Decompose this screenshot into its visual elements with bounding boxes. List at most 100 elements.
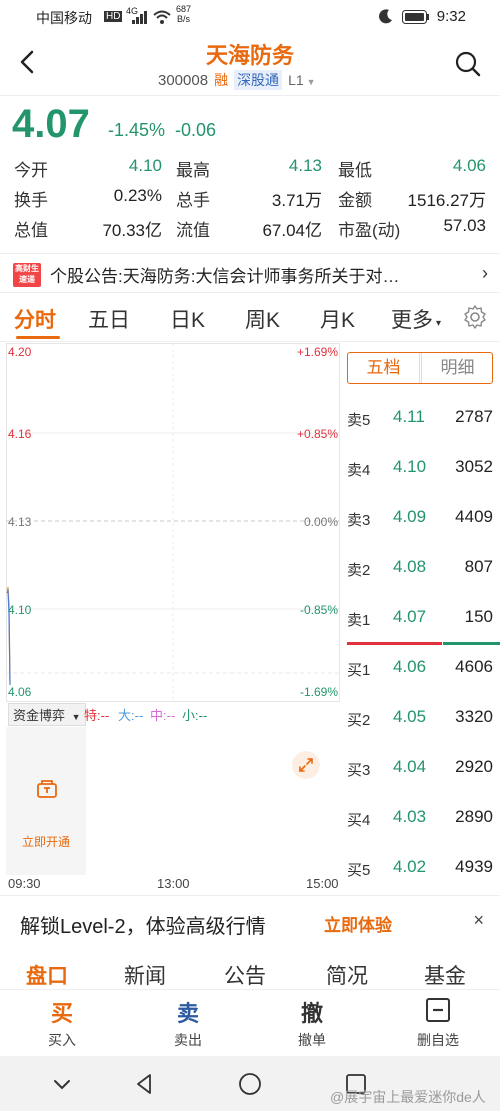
ask-bid-divider bbox=[443, 642, 500, 645]
section-tab[interactable]: 新闻 bbox=[124, 960, 166, 990]
order-volume: 4939 bbox=[455, 857, 493, 876]
stat-label: 金额 bbox=[338, 191, 372, 210]
close-icon[interactable]: × bbox=[473, 910, 484, 931]
status-bar: 中国移动 HD 4G 687 B/s 9:32 bbox=[0, 0, 500, 34]
stat-value: 70.33亿 bbox=[102, 221, 162, 240]
section-tab[interactable]: 盘口 bbox=[26, 960, 68, 990]
chevron-down-icon[interactable] bbox=[48, 1070, 76, 1098]
order-book-row[interactable]: 卖5 4.11 2787 bbox=[347, 405, 493, 435]
order-level-label: 买5 bbox=[347, 862, 371, 879]
flow-legend-item: 小:-- bbox=[182, 708, 208, 723]
order-level-label: 卖2 bbox=[347, 562, 371, 579]
active-tab-indicator bbox=[16, 336, 60, 339]
stat-value: 57.03 bbox=[443, 216, 486, 235]
trade-button[interactable]: 买买入 bbox=[22, 996, 102, 1050]
stock-subline: 300008 融 深股通 L1 ▼ bbox=[158, 70, 316, 90]
order-level-label: 卖1 bbox=[347, 612, 371, 629]
order-level-label: 买2 bbox=[347, 712, 371, 729]
stat-cell: 市盈(动) 57.03 bbox=[338, 216, 486, 246]
battery-icon bbox=[402, 10, 429, 24]
gear-icon[interactable] bbox=[462, 304, 488, 330]
chevron-right-icon: › bbox=[482, 263, 488, 283]
level-select[interactable]: L1 ▼ bbox=[288, 72, 316, 88]
stat-value: 1516.27万 bbox=[407, 191, 486, 210]
caret-down-icon: ▼ bbox=[71, 712, 81, 722]
stat-cell: 最低 4.06 bbox=[338, 156, 486, 186]
ask-bid-divider bbox=[347, 642, 442, 645]
lock-icon bbox=[37, 780, 57, 798]
intraday-chart-canvas bbox=[6, 343, 340, 703]
order-level-label: 买4 bbox=[347, 812, 371, 829]
order-level-label: 买3 bbox=[347, 762, 371, 779]
chart-tab[interactable]: 更多 bbox=[391, 304, 433, 334]
stat-cell: 总值 70.33亿 bbox=[14, 216, 162, 246]
price-axis-label: 4.16 bbox=[8, 427, 32, 441]
chart-tab[interactable]: 分时 bbox=[14, 304, 56, 334]
stat-label: 今开 bbox=[14, 161, 48, 180]
caret-down-icon: ▾ bbox=[436, 318, 442, 329]
order-price: 4.11 bbox=[393, 407, 425, 426]
last-price: 4.07 bbox=[12, 102, 90, 146]
flow-legend-item: 中:-- bbox=[150, 708, 176, 723]
trade-button-glyph: 买 bbox=[50, 1001, 73, 1026]
capital-flow-select[interactable]: 资金博弈 ▼ bbox=[8, 703, 86, 726]
stock-name: 天海防务 bbox=[205, 43, 294, 68]
order-volume: 4606 bbox=[455, 657, 493, 676]
trade-button-glyph: 撤 bbox=[300, 1001, 323, 1026]
change-amount: -0.06 bbox=[175, 120, 217, 140]
stat-label: 最低 bbox=[338, 161, 372, 180]
price-axis-label: 4.20 bbox=[8, 345, 32, 359]
stat-cell: 最高 4.13 bbox=[176, 156, 322, 186]
chart-tab[interactable]: 五日 bbox=[88, 304, 130, 334]
expand-icon[interactable] bbox=[292, 751, 320, 779]
section-tab[interactable]: 简况 bbox=[326, 960, 368, 990]
order-book-row[interactable]: 买5 4.02 4939 bbox=[347, 855, 493, 885]
stat-cell: 金额 1516.27万 bbox=[338, 186, 486, 216]
wifi-icon bbox=[153, 10, 171, 24]
order-book-tabs: 五档 明细 bbox=[347, 352, 493, 384]
tab-five-levels[interactable]: 五档 bbox=[348, 353, 420, 383]
signal-icon bbox=[132, 11, 147, 24]
order-book-row[interactable]: 买3 4.04 2920 bbox=[347, 755, 493, 785]
order-book-row[interactable]: 买1 4.06 4606 bbox=[347, 655, 493, 685]
level2-trial-link[interactable]: 立即体验 bbox=[324, 911, 392, 936]
stat-label: 总值 bbox=[14, 221, 48, 240]
unlock-card[interactable]: 立即开通 bbox=[6, 727, 86, 875]
trade-button-label: 删自选 bbox=[417, 1032, 459, 1048]
nav-back-icon[interactable] bbox=[130, 1070, 158, 1098]
order-book-row[interactable]: 买2 4.05 3320 bbox=[347, 705, 493, 735]
section-tab[interactable]: 基金 bbox=[424, 960, 466, 990]
moon-icon bbox=[379, 9, 392, 24]
chart-tab[interactable]: 日K bbox=[170, 304, 205, 334]
trade-button[interactable]: 撤撤单 bbox=[272, 996, 352, 1050]
price-axis-label: 4.10 bbox=[8, 603, 32, 617]
trade-button[interactable]: 卖卖出 bbox=[148, 996, 228, 1050]
pct-axis-label: +1.69% bbox=[296, 345, 338, 359]
chart-tab[interactable]: 周K bbox=[245, 304, 280, 334]
pct-axis-label: +0.85% bbox=[296, 427, 338, 441]
order-book-row[interactable]: 卖1 4.07 150 bbox=[347, 605, 493, 635]
announcement-bar[interactable]: 高财生 速递 个股公告:天海防务:大信会计师事务所关于对… › bbox=[0, 253, 500, 293]
order-book-row[interactable]: 卖2 4.08 807 bbox=[347, 555, 493, 585]
trade-button[interactable]: 删自选 bbox=[398, 996, 478, 1050]
announcement-text: 个股公告:天海防务:大信会计师事务所关于对… bbox=[50, 267, 400, 286]
section-tab[interactable]: 公告 bbox=[224, 960, 266, 990]
stat-label: 换手 bbox=[14, 191, 48, 210]
order-book-row[interactable]: 买4 4.03 2890 bbox=[347, 805, 493, 835]
order-book-row[interactable]: 卖4 4.10 3052 bbox=[347, 455, 493, 485]
chart-tab-bar: 分时 五日 日K 周K 月K 更多 ▾ bbox=[0, 294, 500, 342]
stat-value: 67.04亿 bbox=[262, 221, 322, 240]
nav-home-icon[interactable] bbox=[236, 1070, 264, 1098]
stat-cell: 换手 0.23% bbox=[14, 186, 162, 216]
net-speed: 687 B/s bbox=[176, 4, 192, 24]
order-price: 4.05 bbox=[393, 707, 427, 726]
tab-trade-detail[interactable]: 明细 bbox=[421, 353, 493, 383]
order-book-row[interactable]: 卖3 4.09 4409 bbox=[347, 505, 493, 535]
search-icon[interactable] bbox=[454, 50, 482, 78]
intraday-chart[interactable]: 4.20 4.16 4.13 4.10 4.06 +1.69% +0.85% 0.00% -0.… bbox=[6, 343, 340, 703]
time-axis-label: 13:00 bbox=[157, 876, 190, 891]
order-volume: 2787 bbox=[455, 407, 493, 426]
order-price: 4.02 bbox=[393, 857, 427, 876]
stat-cell: 今开 4.10 bbox=[14, 156, 162, 186]
chart-tab[interactable]: 月K bbox=[320, 304, 355, 334]
